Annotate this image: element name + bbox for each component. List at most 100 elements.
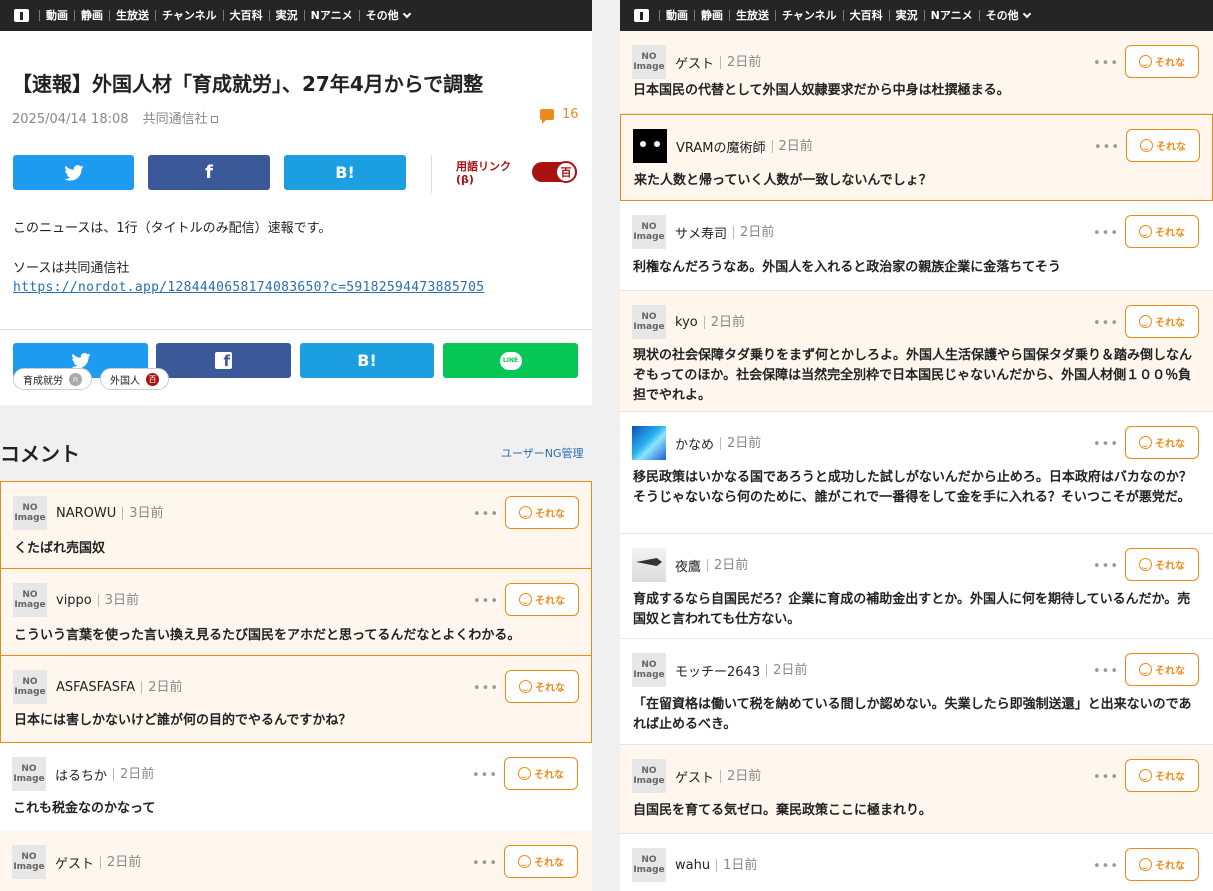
avatar[interactable]: NO Image xyxy=(632,45,666,79)
more-options-icon[interactable]: ••• xyxy=(472,768,498,783)
sorena-button[interactable]: それな xyxy=(1125,45,1199,78)
comment-text: これも税金なのかなって xyxy=(13,801,156,816)
nav-item-nanime[interactable]: Nアニメ xyxy=(923,10,979,21)
line-icon: LINE xyxy=(499,351,522,370)
avatar[interactable]: NO Image xyxy=(632,215,666,249)
nav-item-live[interactable]: 生放送 xyxy=(729,10,775,21)
comment-username[interactable]: NAROWU xyxy=(56,506,116,521)
article-title: 【速報】外国人材「育成就労」、27年4月からで調整 xyxy=(12,72,484,96)
nav-item-seiga[interactable]: 静画 xyxy=(694,10,729,21)
tag-gaikokujin[interactable]: 外国人 百 xyxy=(100,368,169,390)
sorena-button[interactable]: それな xyxy=(1125,426,1199,459)
comment-username[interactable]: wahu xyxy=(675,858,710,873)
sorena-button[interactable]: それな xyxy=(505,496,579,529)
comment-username[interactable]: ゲスト xyxy=(675,53,714,72)
niconico-logo-icon[interactable] xyxy=(634,9,649,22)
article-source-url[interactable]: https://nordot.app/1284440658174083650?c… xyxy=(13,280,484,295)
sorena-button[interactable]: それな xyxy=(1125,653,1199,686)
avatar[interactable]: NO Image xyxy=(13,496,47,530)
nav-item-nanime[interactable]: Nアニメ xyxy=(303,10,359,21)
avatar[interactable]: NO Image xyxy=(632,848,666,882)
more-options-icon[interactable]: ••• xyxy=(1093,56,1119,71)
more-options-icon[interactable]: ••• xyxy=(472,856,498,871)
more-options-icon[interactable]: ••• xyxy=(1093,226,1119,241)
comment-timestamp: 2日前 xyxy=(720,769,761,783)
sorena-button[interactable]: それな xyxy=(1126,129,1200,162)
avatar[interactable]: NO Image xyxy=(632,653,666,687)
avatar[interactable]: NO Image xyxy=(12,757,46,791)
top-nav: 動画 静画 生放送 チャンネル 大百科 実況 Nアニメ その他 xyxy=(620,0,1213,31)
avatar[interactable]: NO Image xyxy=(13,583,47,617)
avatar[interactable]: NO Image xyxy=(632,305,666,339)
tag-ikusei-shuro[interactable]: 育成就労 n xyxy=(13,368,92,390)
more-options-icon[interactable]: ••• xyxy=(1093,859,1119,874)
more-options-icon[interactable]: ••• xyxy=(473,681,499,696)
avatar[interactable] xyxy=(632,426,666,460)
more-options-icon[interactable]: ••• xyxy=(473,594,499,609)
avatar[interactable] xyxy=(633,129,667,163)
right-pane: 動画 静画 生放送 チャンネル 大百科 実況 Nアニメ その他 NO Image… xyxy=(620,0,1213,891)
article-source-link[interactable]: 共同通信社 xyxy=(143,112,218,127)
share-hatena-button-2[interactable]: B! xyxy=(300,343,434,378)
comment-username[interactable]: kyo xyxy=(675,315,698,330)
nav-item-live[interactable]: 生放送 xyxy=(109,10,155,21)
share-facebook-button[interactable]: f xyxy=(148,155,270,190)
more-options-icon[interactable]: ••• xyxy=(1093,559,1119,574)
nav-item-dic[interactable]: 大百科 xyxy=(222,10,269,21)
comment-username[interactable]: ゲスト xyxy=(55,853,94,872)
nav-item-channel[interactable]: チャンネル xyxy=(775,10,843,21)
share-line-button[interactable]: LINE xyxy=(443,343,578,378)
comment-username[interactable]: かなめ xyxy=(675,434,714,453)
comment-username[interactable]: ゲスト xyxy=(675,767,714,786)
niconico-logo-icon[interactable] xyxy=(14,9,29,22)
comment-username[interactable]: VRAMの魔術師 xyxy=(676,137,766,156)
nav-item-more[interactable]: その他 xyxy=(358,9,416,21)
sorena-button[interactable]: それな xyxy=(1125,215,1199,248)
twitter-icon xyxy=(70,352,91,369)
comment-timestamp: 3日前 xyxy=(97,593,139,607)
share-twitter-button[interactable] xyxy=(13,155,134,190)
share-facebook-button-2[interactable]: f xyxy=(156,343,291,378)
comment-username[interactable]: はるちか xyxy=(55,765,107,784)
sorena-button[interactable]: それな xyxy=(504,845,578,878)
comment-username[interactable]: サメ寿司 xyxy=(675,223,727,242)
comment-username[interactable]: vippo xyxy=(56,593,92,608)
more-options-icon[interactable]: ••• xyxy=(1093,316,1119,331)
more-options-icon[interactable]: ••• xyxy=(1093,437,1119,452)
nav-item-dic[interactable]: 大百科 xyxy=(842,10,889,21)
external-link-icon xyxy=(210,116,218,123)
nav-item-douga[interactable]: 動画 xyxy=(659,10,694,21)
share-hatena-button[interactable]: B! xyxy=(284,155,406,190)
sorena-button[interactable]: それな xyxy=(1125,305,1199,338)
user-ng-settings-link[interactable]: ユーザーNG管理 xyxy=(501,445,584,461)
nav-item-channel[interactable]: チャンネル xyxy=(155,10,223,21)
comment-count[interactable]: 16 xyxy=(540,107,579,124)
comment-username[interactable]: ASFASFASFA xyxy=(56,680,135,695)
glossary-link-toggle[interactable]: 百 xyxy=(532,161,577,183)
article-datetime: 2025/04/14 18:08 xyxy=(12,112,129,127)
comment-username[interactable]: 夜鷹 xyxy=(675,556,701,575)
comment-timestamp: 2日前 xyxy=(720,436,761,450)
nav-item-jikkyo[interactable]: 実況 xyxy=(268,10,304,21)
comment-text: 利権なんだろうなあ。外国人を入れると政治家の親族企業に金落ちてそう xyxy=(633,260,1061,275)
nav-item-douga[interactable]: 動画 xyxy=(39,10,74,21)
sorena-button[interactable]: それな xyxy=(1125,759,1199,792)
nav-item-seiga[interactable]: 静画 xyxy=(74,10,109,21)
comment-item: NO Image はるちか 2日前 ••• それな これも税金なのかなって xyxy=(0,743,592,832)
avatar[interactable]: NO Image xyxy=(13,670,47,704)
more-options-icon[interactable]: ••• xyxy=(1093,664,1119,679)
nav-item-more[interactable]: その他 xyxy=(978,9,1036,21)
avatar[interactable] xyxy=(632,548,666,582)
avatar[interactable]: NO Image xyxy=(12,845,46,879)
avatar[interactable]: NO Image xyxy=(632,759,666,793)
sorena-button[interactable]: それな xyxy=(1125,848,1199,881)
more-options-icon[interactable]: ••• xyxy=(1093,770,1119,785)
more-options-icon[interactable]: ••• xyxy=(1094,140,1120,155)
more-options-icon[interactable]: ••• xyxy=(473,507,499,522)
sorena-button[interactable]: それな xyxy=(1125,548,1199,581)
nav-item-jikkyo[interactable]: 実況 xyxy=(888,10,924,21)
sorena-button[interactable]: それな xyxy=(504,757,578,790)
comment-username[interactable]: モッチー2643 xyxy=(675,661,760,680)
sorena-button[interactable]: それな xyxy=(505,583,579,616)
sorena-button[interactable]: それな xyxy=(505,670,579,703)
